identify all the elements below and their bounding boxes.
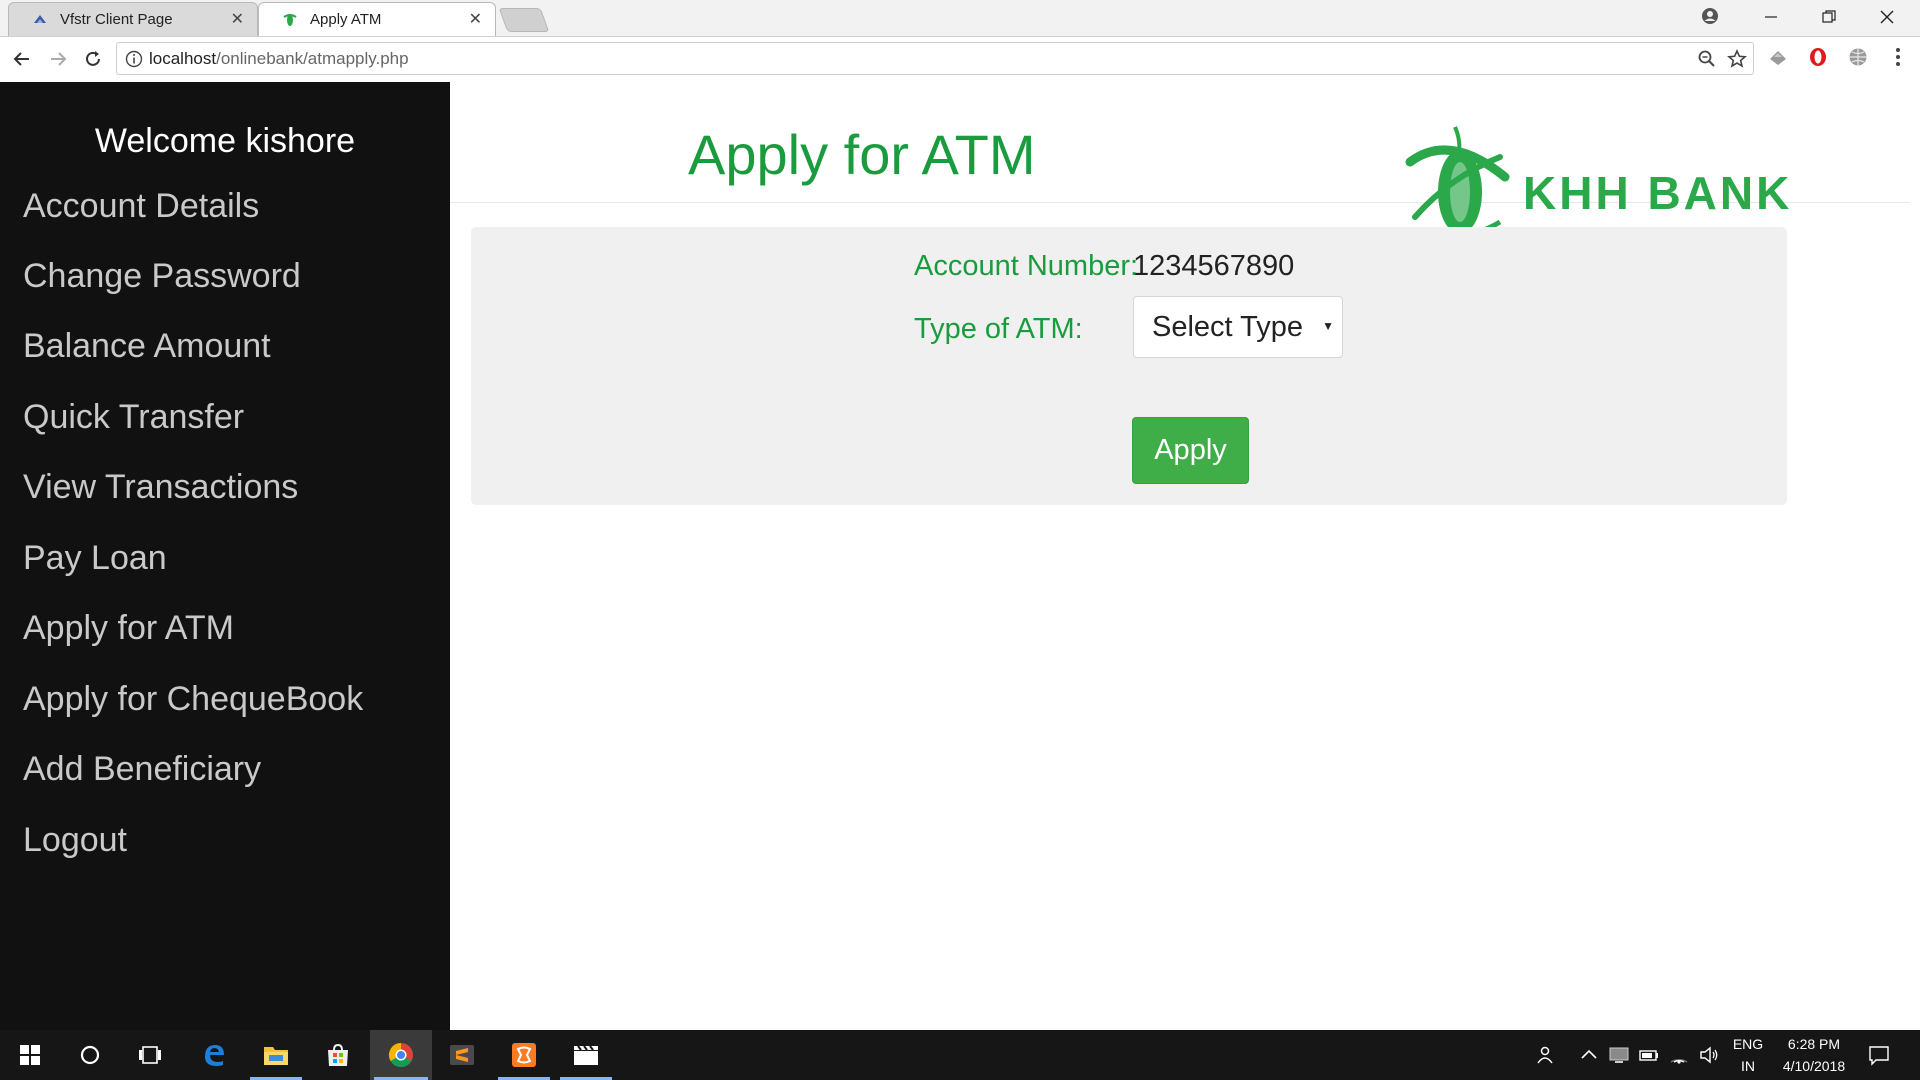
atm-apply-form: Account Number: 1234567890 Type of ATM: … bbox=[471, 227, 1787, 505]
store-icon[interactable] bbox=[308, 1030, 368, 1080]
atm-type-selected-value: Select Type bbox=[1152, 311, 1304, 343]
khh-bank-logo: KHH BANK bbox=[1405, 126, 1792, 238]
windows-start-icon[interactable] bbox=[0, 1030, 60, 1080]
chevron-up-icon[interactable] bbox=[1578, 1044, 1600, 1066]
task-view-icon[interactable] bbox=[120, 1030, 180, 1080]
sidebar: Welcome kishore Account Details Change P… bbox=[0, 82, 450, 1030]
url-path: /onlinebank/atmapply.php bbox=[216, 49, 409, 68]
language-code: ENG bbox=[1732, 1036, 1764, 1052]
chevron-down-icon: ▼ bbox=[1322, 319, 1334, 333]
browser-toolbar: localhost/onlinebank/atmapply.php bbox=[0, 37, 1920, 83]
page-title: Apply for ATM bbox=[688, 123, 1036, 186]
sidebar-item-pay-loan[interactable]: Pay Loan bbox=[23, 539, 167, 578]
sidebar-item-apply-for-atm[interactable]: Apply for ATM bbox=[23, 609, 234, 648]
sidebar-item-quick-transfer[interactable]: Quick Transfer bbox=[23, 398, 244, 437]
wifi-icon[interactable] bbox=[1668, 1044, 1690, 1066]
new-tab-button[interactable] bbox=[498, 8, 550, 32]
tab-apply-atm[interactable]: Apply ATM ✕ bbox=[258, 2, 496, 36]
volume-icon[interactable] bbox=[1698, 1044, 1720, 1066]
edge-browser-icon[interactable] bbox=[184, 1030, 244, 1080]
chrome-icon[interactable] bbox=[370, 1030, 432, 1080]
browser-tab-strip: Vfstr Client Page ✕ Apply ATM ✕ bbox=[0, 0, 1920, 37]
atm-type-label: Type of ATM: bbox=[914, 313, 1083, 345]
back-icon[interactable] bbox=[8, 45, 36, 73]
cortana-search-icon[interactable] bbox=[60, 1030, 120, 1080]
forward-icon[interactable] bbox=[44, 45, 72, 73]
account-number-value: 1234567890 bbox=[1133, 250, 1295, 282]
people-icon[interactable] bbox=[1534, 1044, 1556, 1066]
url-host: localhost bbox=[149, 49, 217, 68]
welcome-message: Welcome kishore bbox=[94, 122, 356, 160]
opera-icon[interactable] bbox=[1807, 46, 1829, 68]
restore-icon[interactable] bbox=[1800, 0, 1858, 34]
sidebar-item-logout[interactable]: Logout bbox=[23, 821, 127, 860]
xampp-icon[interactable] bbox=[494, 1030, 554, 1080]
tab-title: Apply ATM bbox=[310, 10, 382, 28]
account-number-label: Account Number: bbox=[914, 250, 1139, 282]
video-editor-icon[interactable] bbox=[556, 1030, 616, 1080]
khh-bank-favicon-icon bbox=[282, 11, 298, 27]
sidebar-item-account-details[interactable]: Account Details bbox=[23, 187, 259, 226]
tab-close-icon[interactable]: ✕ bbox=[231, 9, 244, 29]
battery-icon[interactable] bbox=[1638, 1044, 1660, 1066]
sidebar-item-change-password[interactable]: Change Password bbox=[23, 257, 301, 296]
sidebar-item-balance-amount[interactable]: Balance Amount bbox=[23, 327, 271, 366]
address-url: localhost/onlinebank/atmapply.php bbox=[149, 49, 409, 69]
zoom-icon[interactable] bbox=[1697, 49, 1717, 69]
clock-time: 6:28 PM bbox=[1787, 1036, 1841, 1052]
sidebar-item-view-transactions[interactable]: View Transactions bbox=[23, 468, 298, 507]
notifications-icon[interactable] bbox=[1868, 1044, 1890, 1066]
clock-date: 4/10/2018 bbox=[1782, 1058, 1846, 1074]
globe-icon[interactable] bbox=[1847, 46, 1869, 68]
menu-kebab-icon[interactable] bbox=[1887, 46, 1909, 68]
monitor-icon[interactable] bbox=[1608, 1044, 1630, 1066]
sublime-text-icon[interactable] bbox=[432, 1030, 492, 1080]
bookmark-star-icon[interactable] bbox=[1727, 49, 1747, 69]
tab-close-icon[interactable]: ✕ bbox=[469, 9, 482, 29]
reload-icon[interactable] bbox=[79, 45, 107, 73]
minimize-icon[interactable] bbox=[1742, 0, 1800, 34]
sidebar-item-add-beneficiary[interactable]: Add Beneficiary bbox=[23, 750, 261, 789]
main-content: Apply for ATM KHH BANK Account Number: 1… bbox=[450, 82, 1920, 1030]
logo-wordmark: KHH BANK bbox=[1523, 167, 1792, 219]
profile-icon[interactable] bbox=[1700, 6, 1720, 26]
region-code: IN bbox=[1741, 1058, 1755, 1074]
apply-button[interactable]: Apply bbox=[1132, 417, 1249, 484]
tab-vfstr-client-page[interactable]: Vfstr Client Page ✕ bbox=[8, 2, 258, 36]
windows-taskbar: ENG IN 6:28 PM 4/10/2018 bbox=[0, 1030, 1920, 1080]
address-bar[interactable]: localhost/onlinebank/atmapply.php bbox=[116, 42, 1754, 75]
file-explorer-icon[interactable] bbox=[246, 1030, 306, 1080]
clock[interactable]: 6:28 PM 4/10/2018 bbox=[1774, 1033, 1854, 1077]
input-language[interactable]: ENG IN bbox=[1730, 1033, 1766, 1077]
atm-type-select[interactable]: Select Type ▼ bbox=[1133, 296, 1343, 358]
sidebar-item-apply-for-chequebook[interactable]: Apply for ChequeBook bbox=[23, 680, 363, 719]
site-info-icon[interactable] bbox=[125, 50, 143, 68]
extension-icon[interactable] bbox=[1767, 46, 1789, 68]
close-window-icon[interactable] bbox=[1858, 0, 1916, 34]
vfstr-favicon-icon bbox=[32, 11, 48, 27]
tab-title: Vfstr Client Page bbox=[60, 10, 173, 28]
